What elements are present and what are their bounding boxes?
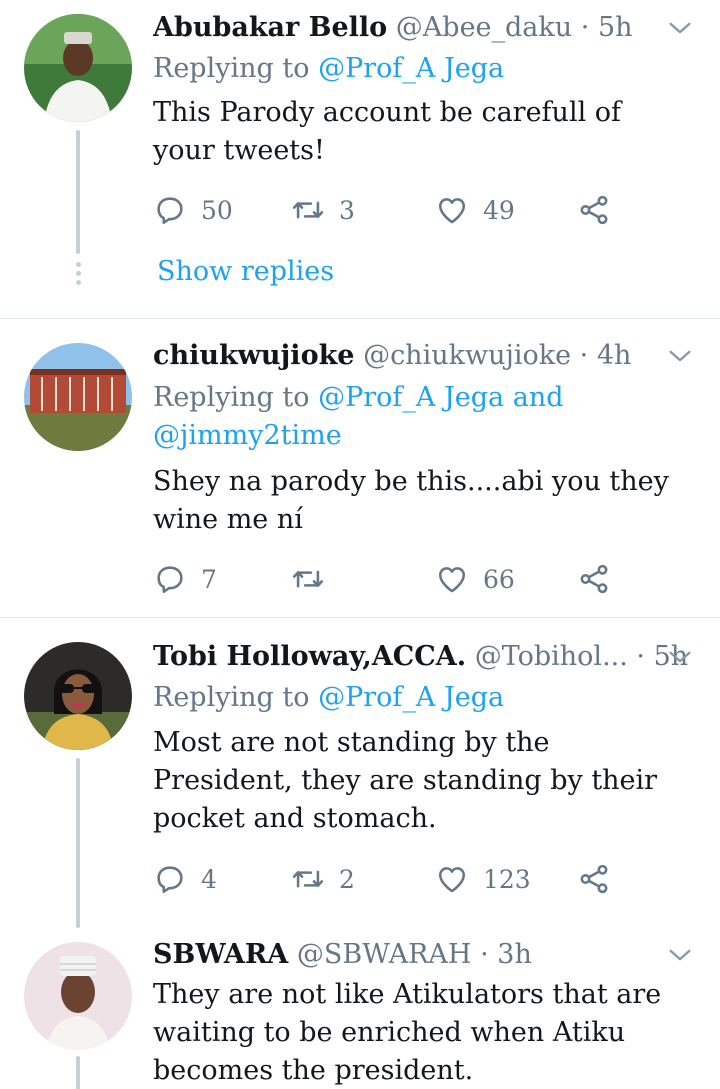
reply-count: 7 (201, 564, 217, 594)
heart-icon (435, 862, 469, 896)
tweet-actions: 7 66 (153, 559, 673, 599)
like-count: 49 (483, 195, 515, 225)
tweet-text: This Parody account be carefull of your … (153, 97, 622, 166)
chevron-down-icon[interactable] (666, 643, 694, 671)
like-button[interactable]: 66 (435, 559, 515, 599)
retweet-button[interactable] (291, 559, 339, 599)
share-button[interactable] (577, 190, 611, 230)
chevron-down-icon[interactable] (666, 14, 694, 42)
display-name[interactable]: Tobi Holloway,ACCA. (153, 641, 466, 672)
thread-line (76, 758, 80, 928)
avatar[interactable] (24, 14, 132, 122)
separator: · (636, 641, 646, 672)
retweet-count: 3 (339, 195, 355, 225)
thread-line (76, 130, 80, 254)
retweet-count: 2 (339, 864, 355, 894)
tweet-2[interactable]: chiukwujioke @chiukwujioke · 4h Replying… (0, 319, 720, 617)
like-button[interactable]: 49 (435, 190, 515, 230)
tweet-header: SBWARA @SBWARAH · 3h (153, 937, 690, 973)
chevron-down-icon[interactable] (666, 342, 694, 370)
thread-line (76, 1056, 80, 1089)
timestamp[interactable]: 4h (597, 340, 632, 371)
like-count: 123 (483, 864, 531, 894)
mention-link[interactable]: @Prof_A Jega (318, 682, 504, 713)
like-count: 66 (483, 564, 515, 594)
username[interactable]: @Tobihol... (475, 641, 628, 672)
display-name[interactable]: SBWARA (153, 939, 288, 970)
like-button[interactable]: 123 (435, 859, 531, 899)
heart-icon (435, 562, 469, 596)
mention-link[interactable]: @Prof_A Jega (318, 53, 504, 84)
heart-icon (435, 193, 469, 227)
reply-button[interactable]: 50 (153, 190, 233, 230)
tweet-text: Shey na parody be this....abi you they w… (153, 466, 669, 535)
reply-count: 50 (201, 195, 233, 225)
avatar[interactable] (24, 642, 132, 750)
retweet-icon (291, 193, 325, 227)
timestamp[interactable]: 3h (497, 939, 532, 970)
tweet-header: Tobi Holloway,ACCA. @Tobihol... · 5h (153, 639, 690, 675)
timestamp[interactable]: 5h (598, 12, 633, 43)
replying-to: Replying to @Prof_A Jega (153, 50, 690, 88)
tweet-header: chiukwujioke @chiukwujioke · 4h (153, 338, 690, 374)
avatar[interactable] (24, 343, 132, 451)
tweet-1[interactable]: Abubakar Bello @Abee_daku · 5h Replying … (0, 0, 720, 318)
tweet-actions: 4 2 123 (153, 859, 673, 899)
tweet-4[interactable]: SBWARA @SBWARAH · 3h They are not like A… (0, 928, 720, 1089)
share-icon (577, 193, 611, 227)
replying-label: Replying to (153, 382, 319, 413)
username[interactable]: @Abee_daku (396, 12, 572, 43)
share-icon (577, 562, 611, 596)
display-name[interactable]: Abubakar Bello (153, 12, 387, 43)
reply-button[interactable]: 4 (153, 859, 217, 899)
avatar[interactable] (24, 942, 132, 1050)
display-name[interactable]: chiukwujioke (153, 340, 354, 371)
more-replies-dots (73, 262, 83, 289)
separator: · (580, 12, 590, 43)
retweet-icon (291, 562, 325, 596)
share-button[interactable] (577, 859, 611, 899)
retweet-icon (291, 862, 325, 896)
replying-label: Replying to (153, 682, 319, 713)
replying-to: Replying to @Prof_A Jega (153, 679, 690, 717)
retweet-button[interactable]: 3 (291, 190, 355, 230)
share-button[interactable] (577, 559, 611, 599)
username[interactable]: @chiukwujioke (363, 340, 571, 371)
replying-to: Replying to @Prof_A Jega and @jimmy2time (153, 379, 690, 455)
show-replies-link[interactable]: Show replies (157, 254, 334, 290)
separator: · (480, 939, 489, 970)
tweet-actions: 50 3 49 (153, 190, 673, 230)
reply-icon (153, 862, 187, 896)
tweet-text: Most are not standing by the President, … (153, 727, 658, 834)
reply-icon (153, 562, 187, 596)
reply-count: 4 (201, 864, 217, 894)
reply-button[interactable]: 7 (153, 559, 217, 599)
separator: · (579, 340, 589, 371)
username[interactable]: @SBWARAH (297, 939, 472, 970)
share-icon (577, 862, 611, 896)
tweet-text: They are not like Atikulators that are w… (153, 979, 662, 1086)
tweet-header: Abubakar Bello @Abee_daku · 5h (153, 10, 690, 46)
reply-icon (153, 193, 187, 227)
tweet-3[interactable]: Tobi Holloway,ACCA. @Tobihol... · 5h Rep… (0, 618, 720, 928)
replying-label: Replying to (153, 53, 319, 84)
retweet-button[interactable]: 2 (291, 859, 355, 899)
chevron-down-icon[interactable] (666, 941, 694, 969)
